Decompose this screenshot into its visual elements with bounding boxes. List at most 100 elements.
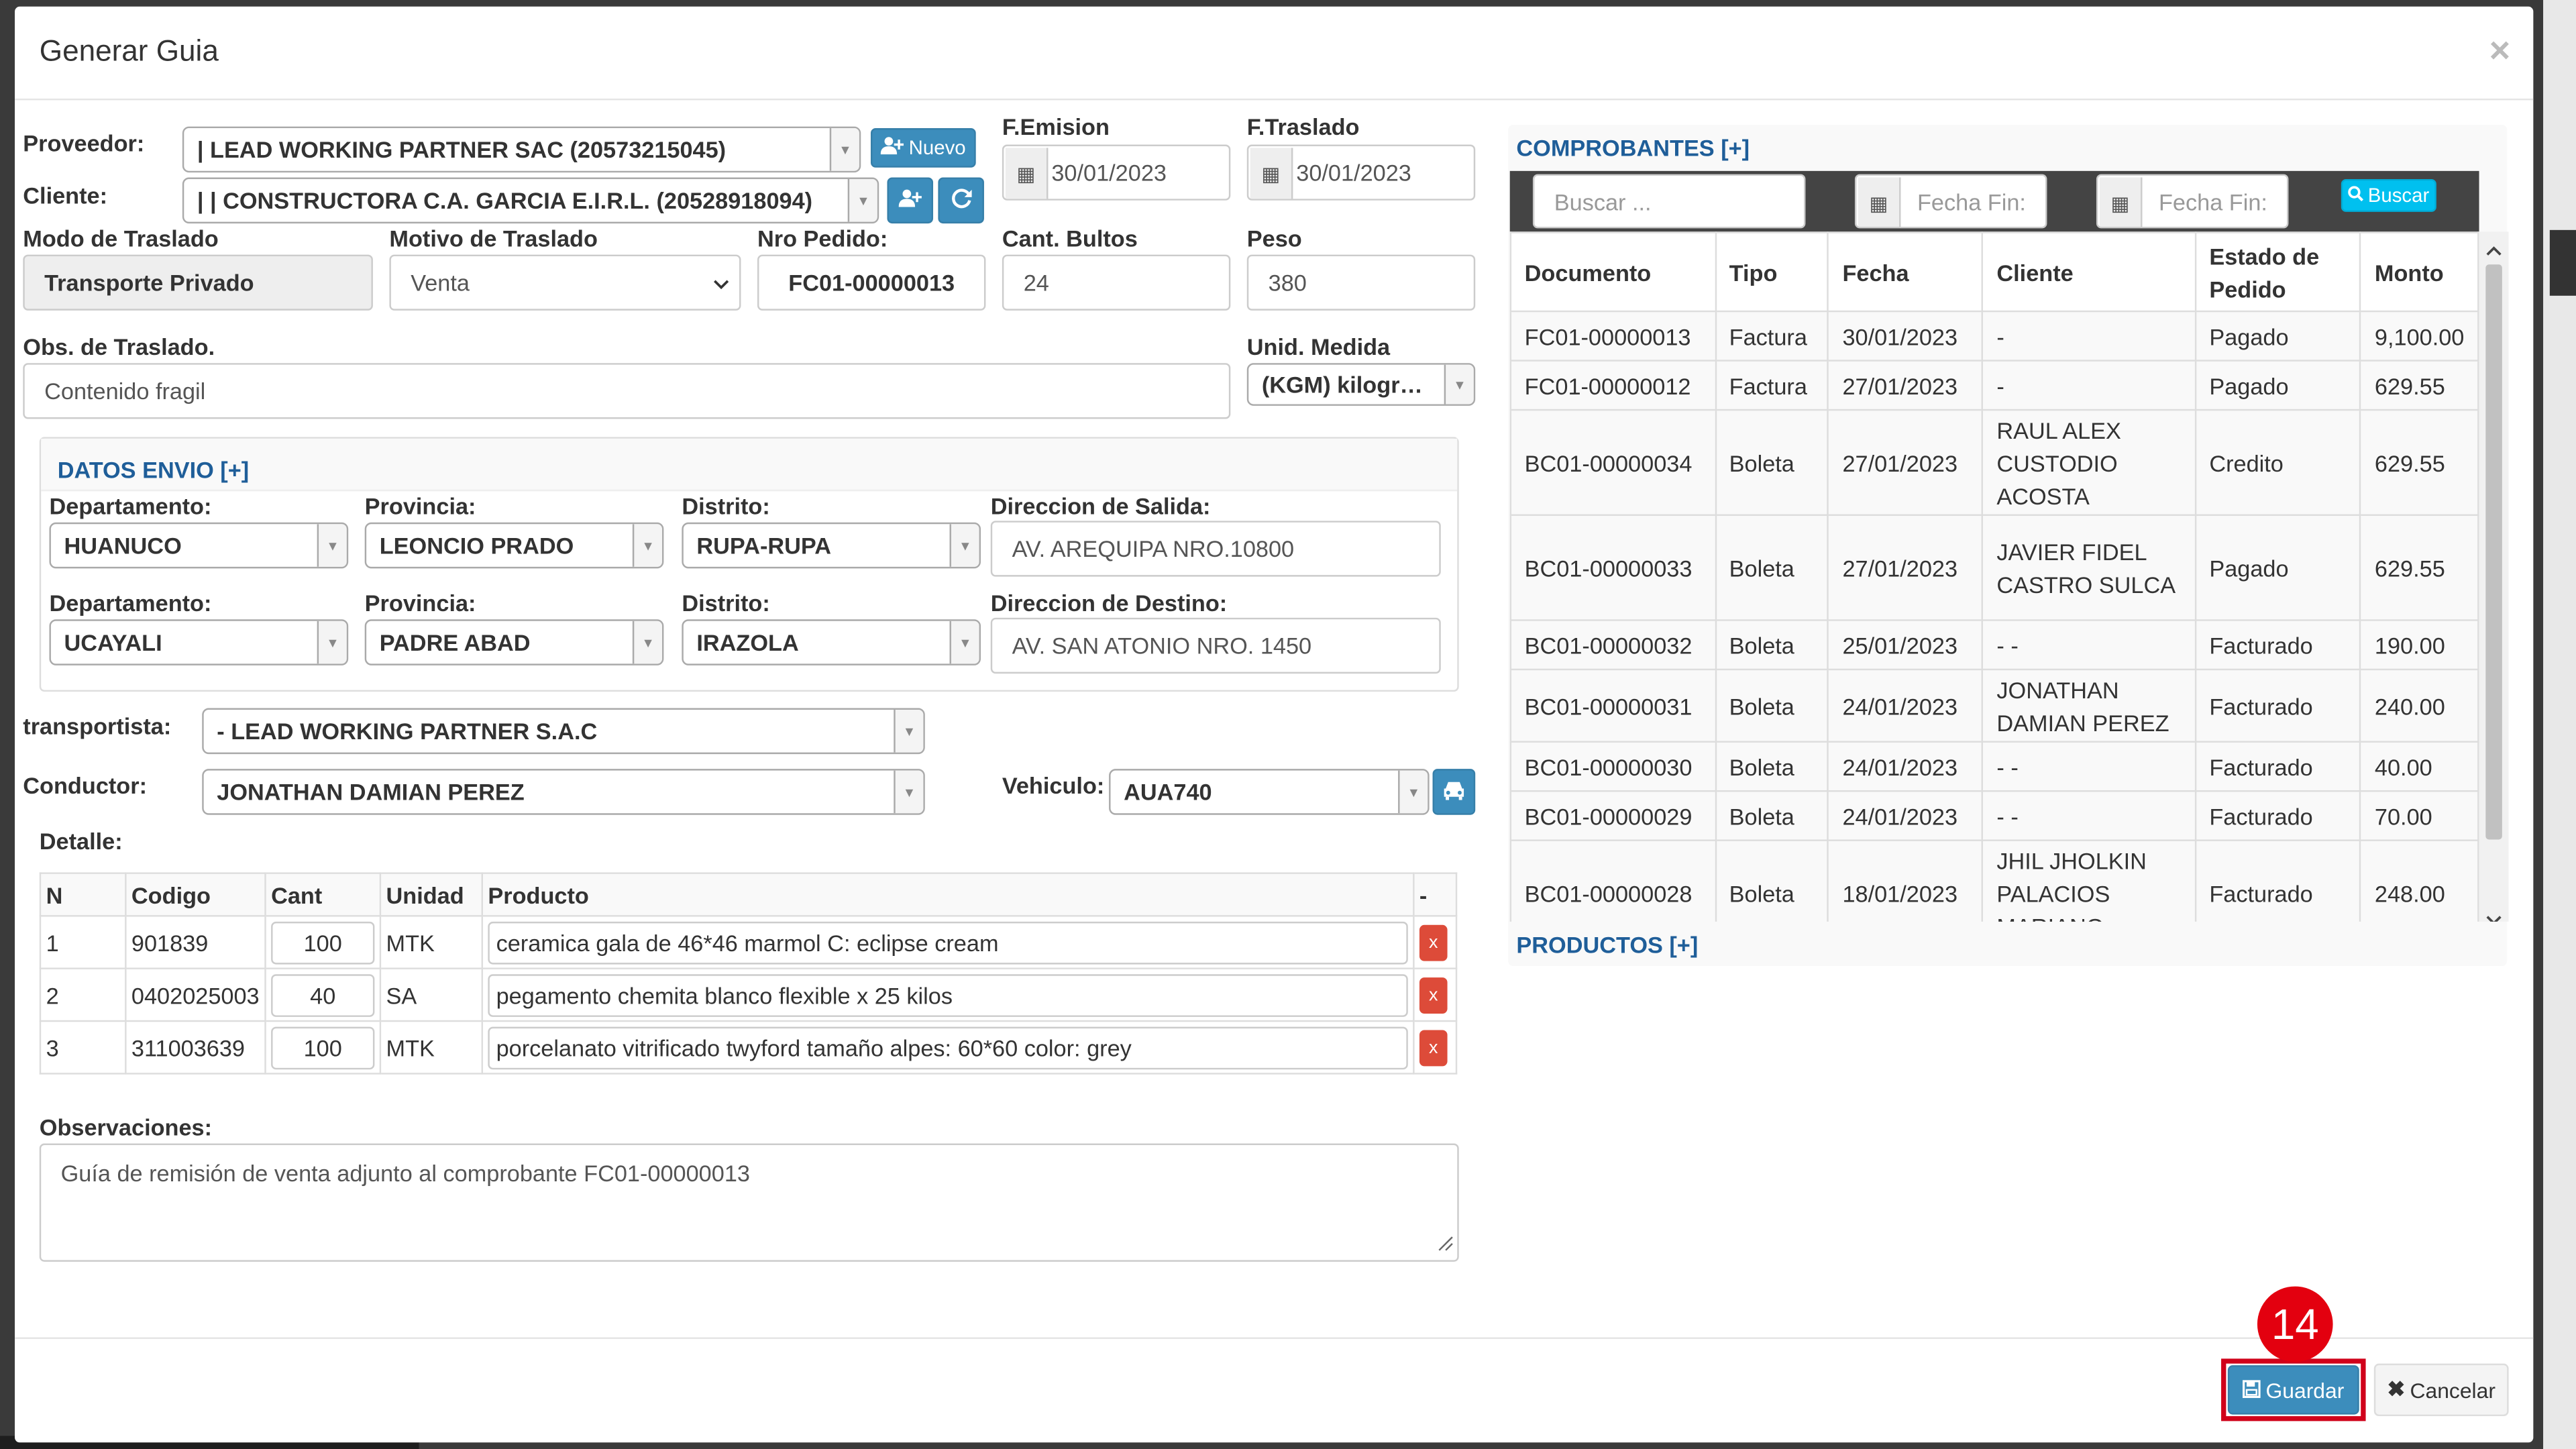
calendar-icon: ▦ bbox=[1858, 177, 1901, 227]
datos-envio-title[interactable]: DATOS ENVIO [+] bbox=[58, 457, 249, 483]
direccion-salida-input[interactable]: AV. AREQUIPA NRO.10800 bbox=[990, 521, 1441, 577]
remove-row-button[interactable]: x bbox=[1419, 924, 1448, 961]
cant-input[interactable]: 100 bbox=[271, 1026, 375, 1069]
distrito-origen-select[interactable]: RUPA-RUPA ▼ bbox=[682, 522, 981, 569]
vehiculo-select[interactable]: AUA740 ▼ bbox=[1109, 769, 1430, 815]
row-fecha: 18/01/2023 bbox=[1827, 839, 1984, 922]
nuevo-proveedor-button[interactable]: Nuevo bbox=[870, 128, 976, 168]
row-documento: BC01-00000031 bbox=[1509, 668, 1717, 743]
modal-header: Generar Guia × bbox=[15, 7, 2534, 101]
chevron-down-icon: ▼ bbox=[894, 770, 924, 814]
col-fecha: Fecha bbox=[1827, 231, 1984, 313]
f-emision-input[interactable]: ▦ 30/01/2023 bbox=[1002, 144, 1231, 201]
scrollbar-thumb[interactable] bbox=[2485, 264, 2502, 840]
comprobantes-box: Buscar ... ▦ Fecha Fin: ▦ Fecha Fin: Bus… bbox=[1509, 170, 2509, 922]
direccion-destino-label: Direccion de Destino: bbox=[990, 590, 1228, 616]
proveedor-select[interactable]: | LEAD WORKING PARTNER SAC (20573215045)… bbox=[182, 126, 861, 173]
remove-row-button[interactable]: x bbox=[1419, 976, 1448, 1013]
table-row[interactable]: BC01-00000034 Boleta 27/01/2023 RAUL ALE… bbox=[1509, 409, 2479, 516]
cant-bultos-input[interactable]: 24 bbox=[1002, 254, 1231, 311]
resize-handle-icon[interactable] bbox=[1434, 1230, 1454, 1256]
row-tipo: Boleta bbox=[1714, 668, 1829, 743]
col-estado: Estado de Pedido bbox=[2194, 231, 2362, 313]
producto-input[interactable]: porcelanato vitrificado twyford tamaño a… bbox=[488, 1026, 1408, 1069]
distrito-destino-select[interactable]: IRAZOLA ▼ bbox=[682, 619, 981, 665]
table-row: 1 901839 100 MTK ceramica gala de 46*46 … bbox=[39, 915, 1458, 969]
table-row[interactable]: BC01-00000030 Boleta 24/01/2023 - - Fact… bbox=[1509, 741, 2479, 792]
departamento-origen-label: Departamento: bbox=[49, 492, 212, 519]
fecha-fin-input[interactable]: ▦ Fecha Fin: bbox=[2096, 174, 2289, 229]
obs-traslado-label: Obs. de Traslado. bbox=[23, 333, 215, 360]
provincia-destino-select[interactable]: PADRE ABAD ▼ bbox=[364, 619, 664, 665]
comprobantes-title[interactable]: COMPROBANTES [+] bbox=[1516, 135, 1750, 161]
chevron-down-icon: ▼ bbox=[1444, 364, 1474, 405]
generar-guia-modal: Generar Guia × Proveedor: | LEAD WORKING… bbox=[15, 6, 2534, 1443]
comprobantes-scrollbar[interactable] bbox=[2479, 231, 2509, 922]
direccion-destino-input[interactable]: AV. SAN ATONIO NRO. 1450 bbox=[990, 617, 1441, 674]
cant-input[interactable]: 40 bbox=[271, 973, 375, 1016]
cliente-label: Cliente: bbox=[23, 182, 108, 209]
refresh-icon bbox=[951, 187, 972, 213]
departamento-destino-value: UCAYALI bbox=[64, 629, 162, 656]
row-cliente: JAVIER FIDEL CASTRO SULCA bbox=[1982, 514, 2196, 621]
row-n: 1 bbox=[39, 915, 127, 969]
motivo-traslado-select[interactable]: Venta bbox=[389, 254, 741, 311]
cancelar-button[interactable]: ✖ Cancelar bbox=[2373, 1363, 2509, 1417]
buscar-button[interactable]: Buscar bbox=[2341, 178, 2436, 212]
guardar-button[interactable]: Guardar bbox=[2227, 1365, 2359, 1415]
productos-title[interactable]: PRODUCTOS [+] bbox=[1516, 932, 1698, 958]
row-estado: Pagado bbox=[2194, 514, 2362, 621]
row-tipo: Factura bbox=[1714, 360, 1829, 411]
f-traslado-input[interactable]: ▦ 30/01/2023 bbox=[1246, 144, 1476, 201]
observaciones-textarea[interactable]: Guía de remisión de venta adjunto al com… bbox=[39, 1143, 1459, 1262]
cancelar-label: Cancelar bbox=[2410, 1377, 2496, 1403]
col-codigo: Codigo bbox=[125, 872, 266, 917]
fecha-inicio-input[interactable]: ▦ Fecha Fin: bbox=[1854, 174, 2047, 229]
add-cliente-button[interactable] bbox=[887, 177, 934, 224]
table-row[interactable]: BC01-00000029 Boleta 24/01/2023 - - Fact… bbox=[1509, 790, 2479, 841]
table-row[interactable]: BC01-00000028 Boleta 18/01/2023 JHIL JHO… bbox=[1509, 839, 2479, 922]
cant-input[interactable]: 100 bbox=[271, 920, 375, 964]
row-documento: FC01-00000012 bbox=[1509, 360, 1717, 411]
row-estado: Facturado bbox=[2194, 619, 2362, 671]
table-row[interactable]: FC01-00000012 Factura 27/01/2023 - Pagad… bbox=[1509, 360, 2479, 411]
nro-pedido-input[interactable]: FC01-00000013 bbox=[757, 254, 986, 311]
provincia-origen-value: LEONCIO PRADO bbox=[379, 532, 574, 559]
chevron-up-icon[interactable] bbox=[2485, 237, 2502, 263]
table-row[interactable]: BC01-00000031 Boleta 24/01/2023 JONATHAN… bbox=[1509, 668, 2479, 743]
f-emision-label: F.Emision bbox=[1002, 113, 1110, 140]
cliente-select[interactable]: | | CONSTRUCTORA C.A. GARCIA E.I.R.L. (2… bbox=[182, 177, 879, 224]
close-icon[interactable]: × bbox=[2489, 30, 2510, 72]
table-row[interactable]: BC01-00000032 Boleta 25/01/2023 - - Fact… bbox=[1509, 619, 2479, 671]
conductor-select[interactable]: JONATHAN DAMIAN PEREZ ▼ bbox=[202, 769, 925, 815]
obs-traslado-input[interactable]: Contenido fragil bbox=[23, 363, 1231, 419]
chevron-down-icon: ▼ bbox=[1398, 770, 1428, 814]
refresh-cliente-button[interactable] bbox=[938, 177, 984, 224]
add-vehiculo-button[interactable] bbox=[1432, 769, 1476, 815]
row-codigo: 311003639 bbox=[125, 1020, 266, 1075]
chevron-down-icon: ▼ bbox=[949, 524, 979, 567]
departamento-origen-select[interactable]: HUANUCO ▼ bbox=[49, 522, 349, 569]
row-fecha: 24/01/2023 bbox=[1827, 668, 1984, 743]
f-traslado-value: 30/01/2023 bbox=[1296, 159, 1411, 186]
fecha-inicio-placeholder: Fecha Fin: bbox=[1917, 188, 2026, 215]
distrito-origen-label: Distrito: bbox=[682, 492, 770, 519]
row-monto: 240.00 bbox=[2359, 668, 2479, 743]
producto-input[interactable]: ceramica gala de 46*46 marmol C: eclipse… bbox=[488, 920, 1408, 964]
peso-input[interactable]: 380 bbox=[1246, 254, 1476, 311]
provincia-origen-select[interactable]: LEONCIO PRADO ▼ bbox=[364, 522, 664, 569]
table-row: 2 0402025003 40 SA pegamento chemita bla… bbox=[39, 967, 1458, 1022]
comprobantes-search-input[interactable]: Buscar ... bbox=[1532, 174, 1806, 229]
transportista-select[interactable]: - LEAD WORKING PARTNER S.A.C ▼ bbox=[202, 708, 925, 755]
table-row[interactable]: FC01-00000013 Factura 30/01/2023 - Pagad… bbox=[1509, 310, 2479, 362]
remove-row-button[interactable]: x bbox=[1419, 1029, 1448, 1066]
row-tipo: Boleta bbox=[1714, 619, 1829, 671]
producto-input[interactable]: pegamento chemita blanco flexible x 25 k… bbox=[488, 973, 1408, 1016]
departamento-destino-select[interactable]: UCAYALI ▼ bbox=[49, 619, 349, 665]
chevron-down-icon[interactable] bbox=[2485, 905, 2502, 922]
table-row[interactable]: BC01-00000033 Boleta 27/01/2023 JAVIER F… bbox=[1509, 514, 2479, 621]
row-documento: BC01-00000029 bbox=[1509, 790, 1717, 841]
row-estado: Facturado bbox=[2194, 839, 2362, 922]
chevron-down-icon: ▼ bbox=[317, 621, 347, 664]
unid-medida-select[interactable]: (KGM) kilogr… ▼ bbox=[1246, 363, 1476, 406]
